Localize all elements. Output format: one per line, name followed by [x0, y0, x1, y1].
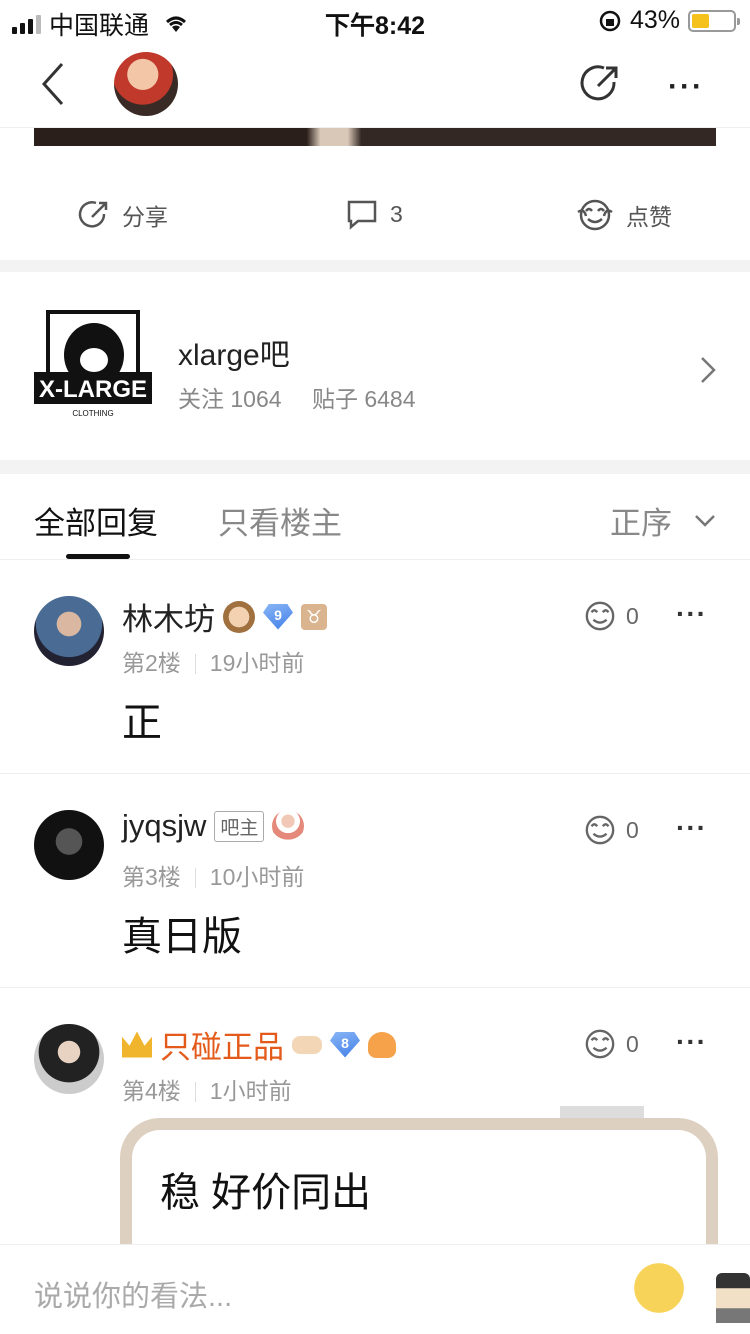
reply-like-button[interactable]: 0	[582, 1028, 639, 1060]
forum-follow-count: 关注 1064	[178, 386, 282, 412]
more-icon[interactable]: ···	[676, 1026, 707, 1058]
reply-meta: 第4楼 1小时前	[122, 1072, 292, 1106]
monkey-emoji-icon	[223, 600, 255, 633]
reply-meta: 第3楼 10小时前	[122, 858, 304, 892]
forum-logo: X-LARGE CLOTHING	[34, 310, 152, 418]
share-label: 分享	[122, 204, 168, 230]
pointing-hand-icon	[292, 1035, 322, 1054]
user-avatar[interactable]	[34, 810, 104, 880]
floor-number: 第2楼	[122, 650, 181, 676]
reply-time: 19小时前	[209, 650, 305, 676]
user-role-icon	[272, 810, 305, 842]
sort-dropdown[interactable]: 正序	[610, 498, 716, 543]
reply-tabs: 全部回复 只看楼主 正序	[0, 474, 750, 560]
like-count: 0	[626, 1030, 639, 1057]
forum-post-count: 贴子 6484	[311, 386, 416, 412]
like-label: 点赞	[626, 204, 672, 230]
tab-underline	[66, 554, 130, 559]
forum-card[interactable]: X-LARGE CLOTHING xlarge吧 关注 1064 贴子 6484	[0, 272, 750, 460]
post-image-bottom	[34, 128, 716, 146]
like-count: 0	[626, 816, 639, 843]
like-count: 0	[626, 602, 639, 629]
level-badge-icon: 9	[263, 603, 293, 630]
section-divider	[0, 460, 750, 474]
comment-button[interactable]: 3	[346, 198, 403, 230]
reply-item[interactable]: jyqsjw 吧主 第3楼 10小时前 0 ··· 真日版	[0, 774, 750, 988]
orientation-lock-icon	[599, 10, 621, 31]
like-icon	[585, 601, 615, 631]
sort-label: 正序	[610, 506, 672, 541]
level-badge-icon: 8	[330, 1031, 360, 1058]
floor-number: 第4楼	[122, 1078, 181, 1104]
svg-text:X-LARGE: X-LARGE	[39, 376, 147, 403]
reply-meta: 第2楼 19小时前	[122, 644, 304, 678]
battery-percent: 43%	[629, 6, 680, 34]
comment-count: 3	[390, 200, 403, 227]
tab-all-replies[interactable]: 全部回复	[34, 498, 158, 543]
comment-input-bar: 说说你的看法...	[0, 1244, 750, 1334]
reply-like-button[interactable]: 0	[582, 814, 639, 846]
hands-emoji-icon	[368, 1031, 396, 1058]
reply-content: 真日版	[122, 915, 242, 959]
user-name[interactable]: jyqsjw 吧主	[122, 808, 305, 844]
nav-bar: ···	[0, 40, 750, 128]
chevron-right-icon	[701, 357, 716, 383]
forum-stats: 关注 1064 贴子 6484	[178, 380, 440, 414]
more-icon[interactable]: ···	[676, 598, 707, 630]
svg-text:CLOTHING: CLOTHING	[72, 409, 113, 418]
moderator-badge: 吧主	[214, 810, 265, 842]
reply-item[interactable]: 林木坊 9 ♉ 第2楼 19小时前 0 ··· 正	[0, 560, 750, 774]
crown-icon	[122, 1031, 152, 1058]
reply-time: 10小时前	[209, 864, 305, 890]
more-icon[interactable]: ···	[676, 812, 707, 844]
reply-content: 正	[122, 701, 162, 745]
sticker-button-icon[interactable]	[716, 1273, 750, 1323]
share-icon	[78, 201, 108, 228]
author-avatar[interactable]	[114, 52, 178, 116]
more-icon[interactable]: ···	[668, 70, 714, 103]
tab-owner-only[interactable]: 只看楼主	[218, 498, 342, 543]
like-icon	[577, 199, 613, 231]
user-avatar[interactable]	[34, 1024, 104, 1094]
comment-icon	[347, 200, 377, 230]
like-icon	[585, 815, 615, 845]
reply-content: 稳 好价同出	[160, 1171, 372, 1215]
battery-icon	[688, 9, 740, 32]
back-icon[interactable]	[36, 60, 72, 108]
post-actions: 分享 3 点赞	[0, 176, 750, 260]
user-name[interactable]: 林木坊 9 ♉	[122, 594, 327, 639]
share-icon[interactable]	[578, 62, 622, 106]
like-icon	[585, 1029, 615, 1059]
zodiac-badge-icon: ♉	[301, 603, 327, 630]
chevron-down-icon	[695, 514, 715, 527]
emoji-button-icon[interactable]	[630, 1259, 688, 1317]
reply-like-button[interactable]: 0	[582, 600, 639, 632]
status-bar: 中国联通 下午8:42 43%	[0, 0, 750, 40]
like-button[interactable]: 点赞	[576, 198, 672, 232]
floor-number: 第3楼	[122, 864, 181, 890]
reply-time: 1小时前	[209, 1078, 292, 1104]
forum-name: xlarge吧	[178, 339, 290, 372]
share-button[interactable]: 分享	[78, 198, 168, 232]
user-avatar[interactable]	[34, 596, 104, 666]
section-divider	[0, 260, 750, 272]
user-name[interactable]: 只碰正品 8	[122, 1022, 396, 1067]
comment-input[interactable]: 说说你的看法...	[34, 1273, 232, 1315]
